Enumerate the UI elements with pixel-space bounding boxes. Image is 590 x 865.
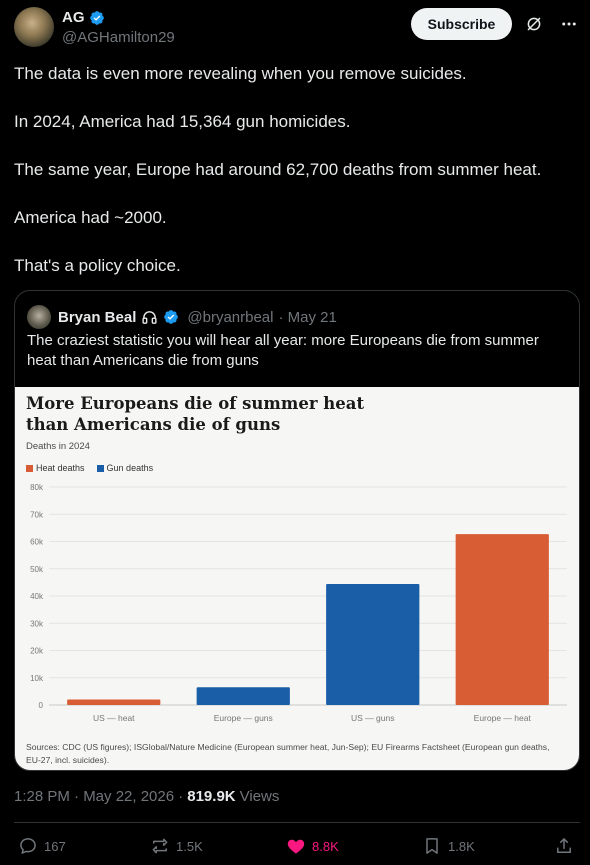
- quoted-author-avatar: [27, 305, 51, 329]
- y-tick-label: 50k: [30, 565, 44, 574]
- share-button[interactable]: [554, 836, 574, 856]
- y-tick-label: 20k: [30, 647, 44, 656]
- legend-item-heat: Heat deaths: [26, 463, 85, 473]
- bar: [196, 687, 290, 705]
- bar: [326, 584, 420, 705]
- reply-button[interactable]: 167: [18, 836, 66, 856]
- chart-subtitle: Deaths in 2024: [26, 441, 90, 452]
- bar: [67, 699, 161, 705]
- post-line: In 2024, America had 15,364 gun homicide…: [14, 112, 351, 131]
- quoted-post-text: The craziest statistic you will hear all…: [27, 332, 539, 369]
- author-name[interactable]: AG: [62, 9, 85, 26]
- reply-icon: [20, 838, 36, 854]
- post-line: The same year, Europe had around 62,700 …: [14, 160, 542, 179]
- x-tick-label: Europe — guns: [214, 713, 273, 723]
- bookmark-count: 1.8K: [448, 838, 475, 854]
- author-name-row[interactable]: AG: [62, 9, 105, 26]
- y-tick-label: 70k: [30, 510, 44, 519]
- legend-label: Gun deaths: [106, 463, 154, 473]
- y-tick-label: 10k: [30, 674, 44, 683]
- post-header: AG @AGHamilton29 Subscribe: [14, 7, 580, 49]
- bar-chart: 0 10k 20k 30k 40k 50k 60k 70k 80k US — heat Europe…: [30, 483, 567, 723]
- views-label: Views: [239, 788, 280, 805]
- post-timestamp[interactable]: 1:28 PM · May 22, 2026 ·: [14, 788, 183, 805]
- legend-label: Heat deaths: [36, 463, 85, 473]
- y-tick-label: 40k: [30, 592, 44, 601]
- divider: [14, 822, 580, 823]
- reply-count: 167: [44, 838, 66, 854]
- legend-item-gun: Gun deaths: [96, 463, 154, 473]
- like-count: 8.8K: [312, 838, 339, 854]
- quoted-author-name: Bryan Beal: [58, 308, 137, 326]
- action-bar: 167 1.5K 8.8K 1.8K: [14, 836, 580, 860]
- legend-swatch-gun: [96, 464, 104, 472]
- like-button[interactable]: 8.8K: [286, 836, 339, 856]
- grok-icon[interactable]: [525, 15, 543, 33]
- repost-count: 1.5K: [176, 838, 203, 854]
- headphones-icon: [142, 310, 157, 324]
- author-avatar[interactable]: [14, 7, 54, 47]
- post-meta: 1:28 PM · May 22, 2026 · 819.9K Views: [14, 788, 279, 805]
- post-line: The data is even more revealing when you…: [14, 64, 467, 83]
- chart-sources: Sources: CDC (US figures); ISGlobal/Natu…: [26, 742, 550, 765]
- post-line: America had ~2000.: [14, 208, 167, 227]
- bookmark-button[interactable]: 1.8K: [422, 836, 475, 856]
- chart-image[interactable]: More Europeans die of summer heat than A…: [15, 387, 579, 770]
- verified-badge-icon: [164, 310, 179, 324]
- chart-title: More Europeans die of summer heat than A…: [26, 394, 365, 434]
- y-tick-label: 60k: [30, 538, 44, 547]
- legend-swatch-heat: [26, 464, 33, 472]
- bar: [455, 534, 549, 705]
- repost-icon: [152, 838, 168, 854]
- subscribe-button[interactable]: Subscribe: [411, 8, 512, 40]
- heart-filled-icon: [287, 839, 305, 854]
- y-tick-label: 80k: [30, 483, 44, 492]
- views-count: 819.9K: [187, 788, 236, 805]
- chart-legend: Heat deaths Gun deaths: [26, 463, 153, 473]
- quoted-post-header: Bryan Beal @bryanrbeal · May 21: [27, 305, 337, 329]
- y-tick-label: 0: [39, 701, 44, 710]
- author-handle[interactable]: @AGHamilton29: [62, 29, 175, 46]
- x-tick-label: Europe — heat: [474, 713, 532, 723]
- quoted-post-date: · May 21: [278, 308, 337, 326]
- post-text: The data is even more revealing when you…: [14, 62, 574, 302]
- verified-badge-icon: [89, 10, 104, 25]
- post-line: That's a policy choice.: [14, 256, 181, 275]
- x-tick-label: US — heat: [93, 713, 135, 723]
- x-tick-label: US — guns: [351, 713, 394, 723]
- quoted-post[interactable]: Bryan Beal @bryanrbeal · May 21 The craz…: [14, 290, 580, 771]
- more-options-icon[interactable]: [560, 15, 578, 33]
- share-icon: [557, 838, 571, 853]
- repost-button[interactable]: 1.5K: [150, 836, 203, 856]
- y-tick-label: 30k: [30, 619, 44, 628]
- bookmark-icon: [426, 838, 438, 854]
- quoted-author-handle: @bryanrbeal: [187, 308, 274, 326]
